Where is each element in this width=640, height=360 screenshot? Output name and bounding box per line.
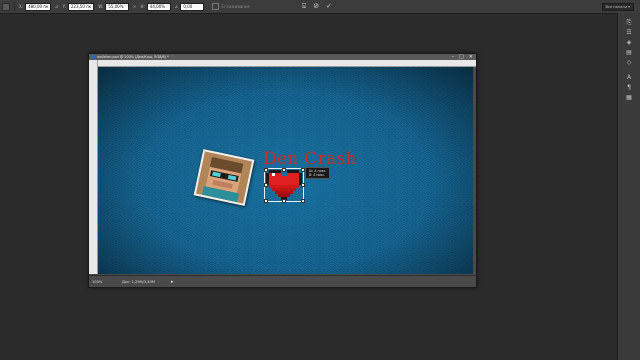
transform-handle-r[interactable] [300,183,305,187]
separator [618,66,640,71]
transform-handle-tr[interactable] [300,167,305,172]
tooltip-height: В: 4 пикс. [309,173,326,177]
transform-handle-t[interactable] [282,167,286,172]
pixel-character-art [196,151,252,204]
status-bar: 100% Док: 1,29М/3,49М ▸ [89,275,476,287]
layers-icon[interactable]: ◈ [623,39,635,46]
separator [14,2,15,11]
interpolation-label: Сглаживание [221,4,250,9]
canvas[interactable]: Den Crash Ш: 4 пикс. В: 4 пикс. [98,67,473,274]
y-input[interactable]: 223,50 пк [67,2,95,11]
checkbox-icon [212,3,220,10]
y-label: Y: [62,4,66,9]
tool-preset-picker[interactable] [2,2,10,11]
transform-handle-tl[interactable] [263,167,268,172]
zoom-level[interactable]: 100% [92,280,114,284]
angle-field: ∠ 0,00 [174,2,205,11]
transform-handle-bl[interactable] [263,198,268,203]
options-bar: X: 480,00 пк ⊿ Y: 223,50 пк W: 55,00% ∞ … [0,0,640,14]
channels-icon[interactable]: ▤ [623,49,635,56]
w-input[interactable]: 55,00% [105,2,130,11]
h-input[interactable]: 44,00% [146,2,171,11]
interpolation-dropdown[interactable]: Сглаживание [212,3,250,10]
h-field: H: 44,00% [140,2,171,11]
h-label: H: [140,4,145,9]
paths-icon[interactable]: ◇ [623,59,635,66]
x-label: X: [19,4,24,9]
warp-icon[interactable]: ⌺ [302,2,306,11]
horizontal-ruler[interactable]: 0501001502002503003504004505005506006507… [97,60,476,67]
chain-icon[interactable]: ∞ [132,4,136,10]
w-label: W: [98,4,104,9]
adjustments-icon[interactable]: ▦ [623,94,635,101]
transform-handle-l[interactable] [263,183,268,187]
angle-label: ∠ [174,4,179,9]
commit-transform-icon[interactable]: ✓ [326,2,332,11]
document-title: wallstrm.psd @ 100% (Ден/Кош, RGB/8) * [97,55,169,59]
y-field: Y: 223,50 пк [62,2,95,11]
commit-group: ⌺ ⊘ ✓ [302,2,332,11]
avatar-image[interactable] [193,149,255,206]
properties-icon[interactable]: ☰ [623,29,635,36]
w-field: W: 55,00% [98,2,130,11]
document-size[interactable]: Док: 1,29М/3,49М [122,280,155,284]
x-field: X: 480,00 пк [19,2,52,11]
vertical-ruler[interactable] [89,60,98,274]
document-window: wallstrm.psd @ 100% (Ден/Кош, RGB/8) * –… [88,53,477,288]
cancel-transform-icon[interactable]: ⊘ [313,2,319,11]
history-icon[interactable]: ⎘ [623,19,635,26]
angle-input[interactable]: 0,00 [180,2,205,11]
workspace-switcher[interactable]: Все панели ▾ [601,3,634,11]
transform-tooltip: Ш: 4 пикс. В: 4 пикс. [305,167,331,179]
x-input[interactable]: 480,00 пк [25,2,52,11]
paragraph-icon[interactable]: ¶ [623,84,635,91]
status-menu-arrow-icon[interactable]: ▸ [171,279,174,285]
headline-text[interactable]: Den Crash [263,149,357,169]
transform-handle-b[interactable] [282,198,286,203]
document-icon [91,55,95,59]
link-icon[interactable]: ⊿ [54,4,58,10]
transform-handle-br[interactable] [300,198,305,203]
right-panel-dock: ⎘ ☰ ◈ ▤ ◇ A ¶ ▦ [617,13,640,360]
character-icon[interactable]: A [623,74,635,81]
transform-bounding-box[interactable] [263,167,305,203]
